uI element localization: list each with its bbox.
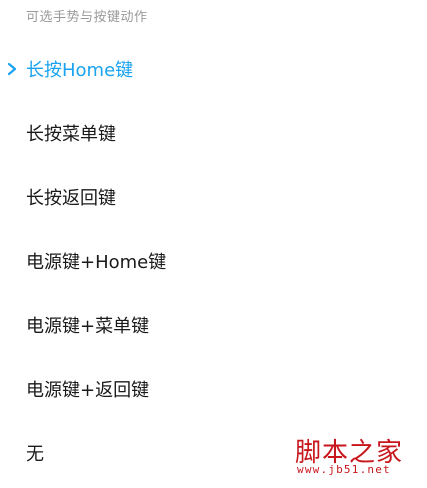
option-label: 长按返回键	[26, 188, 116, 209]
option-list: 长按Home键 长按菜单键 长按返回键 电源键+Home键 电源键+菜单键 电源…	[0, 37, 427, 485]
section-header: 可选手势与按键动作	[26, 10, 148, 25]
watermark-url: www.jb51.net	[297, 463, 391, 476]
option-power-plus-back[interactable]: 电源键+返回键	[0, 357, 427, 421]
option-label: 电源键+返回键	[26, 380, 150, 401]
option-label: 长按菜单键	[26, 124, 116, 145]
option-label: 无	[26, 444, 44, 465]
option-power-plus-home[interactable]: 电源键+Home键	[0, 229, 427, 293]
chevron-right-icon	[7, 62, 17, 76]
option-label: 长按Home键	[26, 60, 134, 81]
option-label: 电源键+菜单键	[26, 316, 150, 337]
option-label: 电源键+Home键	[26, 252, 167, 273]
option-long-press-home[interactable]: 长按Home键	[0, 37, 427, 101]
option-long-press-back[interactable]: 长按返回键	[0, 165, 427, 229]
option-power-plus-menu[interactable]: 电源键+菜单键	[0, 293, 427, 357]
option-long-press-menu[interactable]: 长按菜单键	[0, 101, 427, 165]
watermark-logo: 脚本之家 www.jb51.net	[293, 432, 417, 478]
